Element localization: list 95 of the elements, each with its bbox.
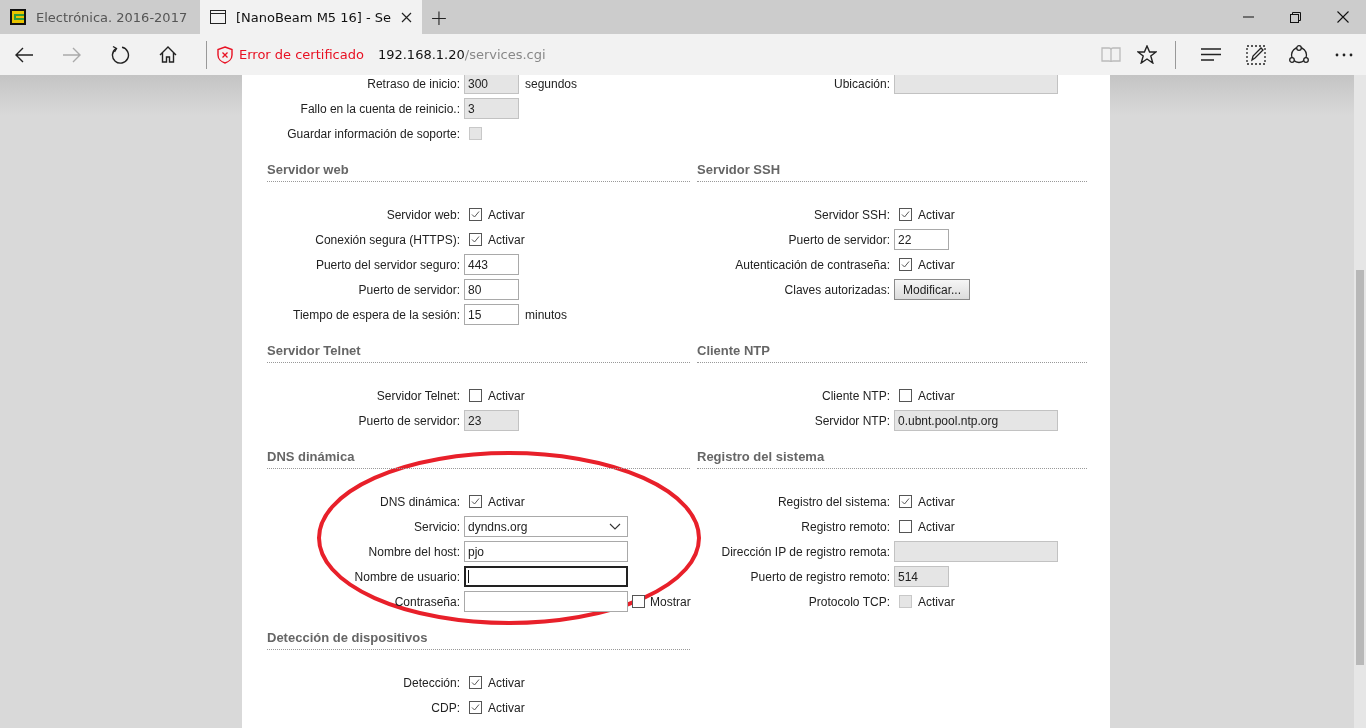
window-icon	[210, 10, 226, 24]
field-label: Detección:	[402, 675, 460, 690]
checkbox[interactable]	[899, 520, 912, 533]
section-heading: Servidor SSH	[697, 161, 781, 179]
input-field[interactable]: 80	[464, 279, 519, 300]
field-label: Registro del sistema:	[776, 494, 890, 509]
field-label: Guardar información de soporte:	[286, 126, 460, 141]
checkbox-label: Activar	[488, 700, 525, 715]
section-heading: Registro del sistema	[697, 448, 825, 466]
field-label: DNS dinámica:	[378, 494, 460, 509]
dropdown[interactable]: dyndns.org	[464, 516, 628, 537]
back-arrow-icon[interactable]	[14, 46, 34, 63]
field-label: Servicio:	[413, 519, 460, 534]
checkbox-label: Mostrar	[650, 594, 691, 609]
home-icon[interactable]	[159, 46, 177, 63]
checkbox-label: Activar	[918, 257, 955, 272]
section-heading: Servidor web	[267, 161, 349, 179]
site-logo-icon	[10, 9, 26, 25]
checkbox[interactable]	[469, 701, 482, 714]
text-cursor	[468, 570, 469, 583]
refresh-icon[interactable]	[110, 44, 130, 65]
field-label: Autenticación de contraseña:	[734, 257, 890, 272]
shield-error-icon	[217, 45, 233, 64]
field-label: Cliente NTP:	[820, 388, 890, 403]
checkbox[interactable]	[469, 495, 482, 508]
close-icon[interactable]	[1336, 11, 1349, 23]
checkbox[interactable]	[469, 389, 482, 402]
field-label: Protocolo TCP:	[807, 594, 890, 609]
certificate-error-link[interactable]: Error de certificado	[239, 47, 364, 62]
checkbox-label: Activar	[488, 232, 525, 247]
section-heading: Servidor Telnet	[267, 342, 361, 360]
checkbox-label: Activar	[488, 388, 525, 403]
checkbox[interactable]	[899, 208, 912, 221]
field-label: Ubicación:	[832, 76, 890, 91]
field-label: Contraseña:	[393, 594, 460, 609]
checkbox-label: Activar	[918, 207, 955, 222]
hub-icon[interactable]	[1201, 48, 1221, 61]
checkbox-label: Activar	[918, 519, 955, 534]
input-field[interactable]: 15	[464, 304, 519, 325]
field-label: Fallo en la cuenta de reinicio.:	[299, 101, 460, 116]
input-field[interactable]: 22	[894, 229, 949, 250]
checkbox[interactable]	[899, 495, 912, 508]
field-label: Claves autorizadas:	[783, 282, 890, 297]
checkbox[interactable]	[469, 676, 482, 689]
field-label: Registro remoto:	[800, 519, 890, 534]
input-field[interactable]	[464, 591, 628, 612]
field-label: Servidor NTP:	[813, 413, 890, 428]
checkbox[interactable]	[899, 389, 912, 402]
field-label: Servidor SSH:	[812, 207, 890, 222]
field-label: Dirección IP de registro remota:	[720, 544, 890, 559]
checkbox-label: Activar	[488, 207, 525, 222]
field-label: Puerto de servidor:	[357, 413, 460, 428]
checkbox-label: Activar	[488, 494, 525, 509]
checkbox[interactable]	[469, 208, 482, 221]
field-label: Retraso de inicio:	[366, 76, 460, 91]
field-label: Nombre del host:	[367, 544, 460, 559]
field-label: Conexión segura (HTTPS):	[314, 232, 460, 247]
unit-label: segundos	[525, 76, 578, 91]
checkbox[interactable]	[899, 258, 912, 271]
checkbox-label: Activar	[918, 388, 955, 403]
input-field[interactable]	[464, 566, 628, 587]
checkbox-label: Activar	[918, 494, 955, 509]
share-icon[interactable]	[1288, 44, 1310, 65]
field-label: Nombre de usuario:	[353, 569, 460, 584]
input-field[interactable]: 443	[464, 254, 519, 275]
section-heading: Cliente NTP	[697, 342, 770, 360]
field-label: Puerto de registro remoto:	[749, 569, 890, 584]
browser-tab[interactable]: [NanoBeam M5 16] - Se	[200, 0, 423, 34]
checkbox-label: Activar	[918, 594, 955, 609]
field-label: Puerto del servidor seguro:	[314, 257, 460, 272]
field-label: Tiempo de espera de la sesión:	[292, 307, 460, 322]
caret-icon	[609, 523, 621, 530]
modify-button[interactable]: Modificar...	[894, 279, 971, 300]
star-icon[interactable]	[1137, 45, 1157, 64]
browser-tab[interactable]: Electrónica. 2016-2017	[0, 0, 200, 34]
field-label: Puerto de servidor:	[787, 232, 890, 247]
more-icon[interactable]	[1335, 52, 1353, 57]
section-heading: Detección de dispositivos	[267, 629, 428, 647]
field-label: Puerto de servidor:	[357, 282, 460, 297]
checkbox[interactable]	[632, 595, 645, 608]
field-label: CDP:	[430, 700, 460, 715]
scrollbar[interactable]	[1354, 75, 1366, 728]
section-heading: DNS dinámica	[267, 448, 355, 466]
unit-label: minutos	[525, 307, 568, 322]
checkbox[interactable]	[469, 233, 482, 246]
field-label: Servidor Telnet:	[375, 388, 460, 403]
address-field[interactable]: 192.168.1.20/services.cgi	[377, 47, 546, 62]
new-tab-button[interactable]: +	[422, 0, 457, 34]
field-label: Servidor web:	[385, 207, 460, 222]
close-icon[interactable]	[401, 11, 413, 23]
restore-icon[interactable]	[1290, 11, 1301, 23]
scrollbar-thumb[interactable]	[1356, 270, 1364, 665]
checkbox-label: Activar	[488, 675, 525, 690]
input-field[interactable]: pjo	[464, 541, 628, 562]
web-note-icon[interactable]	[1246, 44, 1266, 65]
